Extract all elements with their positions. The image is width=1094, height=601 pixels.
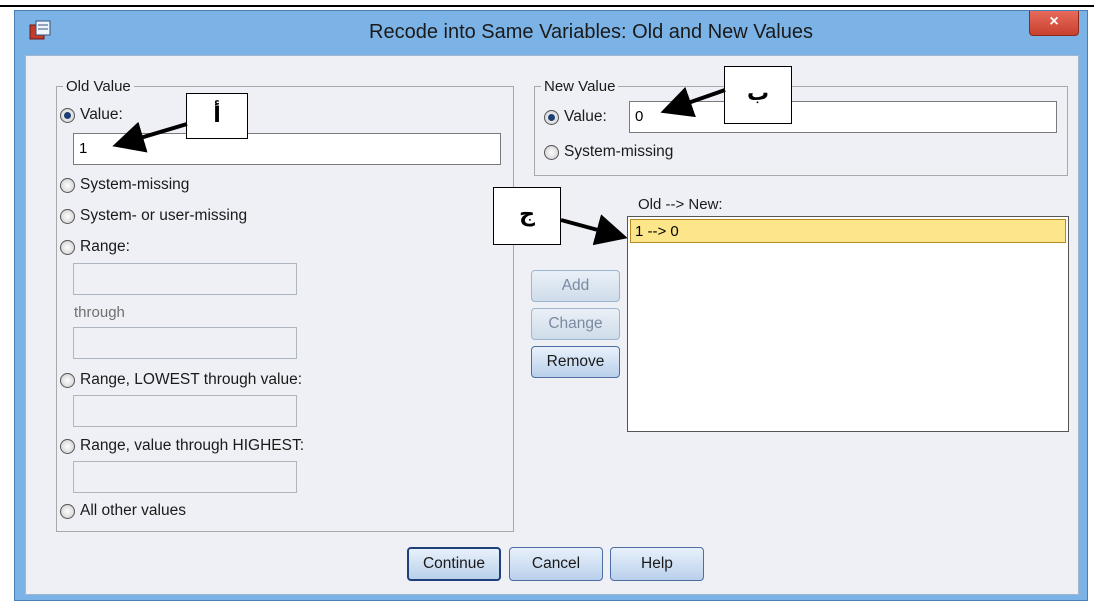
arrow-c [560, 214, 628, 246]
annotation-arrows [112, 86, 726, 246]
arrow-a [112, 121, 188, 153]
arrow-b [660, 86, 726, 118]
